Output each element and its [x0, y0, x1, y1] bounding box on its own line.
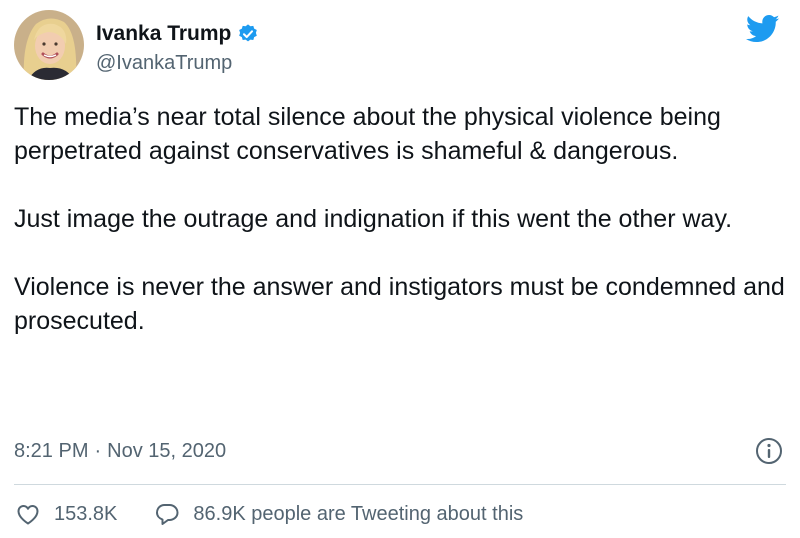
conversation-link[interactable]: 86.9K people are Tweeting about this: [153, 500, 523, 528]
heart-icon: [17, 505, 39, 525]
author-name-row: Ivanka Trump: [96, 22, 259, 46]
like-count: 153.8K: [54, 502, 118, 525]
tweet-timestamp: 8:21 PM · Nov 15, 2020: [14, 440, 226, 463]
tweet-text: The media’s near total silence about the…: [14, 100, 786, 338]
tweet-paragraph: Violence is never the answer and instiga…: [14, 273, 785, 335]
tweet-paragraph: The media’s near total silence about the…: [14, 103, 721, 165]
info-icon[interactable]: [754, 436, 784, 466]
author-handle[interactable]: @IvankaTrump: [96, 52, 232, 75]
tweet-date[interactable]: Nov 15, 2020: [107, 440, 226, 463]
avatar-image: [14, 10, 84, 80]
twitter-bird-icon[interactable]: [745, 14, 780, 44]
divider: [14, 484, 786, 485]
conversation-count: 86.9K people are Tweeting about this: [193, 502, 524, 525]
speech-bubble-icon: [156, 504, 179, 525]
tweet-card: Ivanka Trump @IvankaTrump The media’s ne…: [0, 0, 800, 538]
author-display-name[interactable]: Ivanka Trump: [96, 22, 231, 46]
tweet-time[interactable]: 8:21 PM: [14, 440, 88, 463]
tweet-paragraph: Just image the outrage and indignation i…: [14, 205, 733, 233]
like-button[interactable]: 153.8K: [14, 500, 117, 528]
avatar[interactable]: [14, 10, 84, 80]
verified-badge-icon: [237, 23, 259, 45]
meta-separator: ·: [94, 440, 102, 462]
tweet-actions: 153.8K 86.9K people are Tweeting about t…: [14, 500, 523, 528]
